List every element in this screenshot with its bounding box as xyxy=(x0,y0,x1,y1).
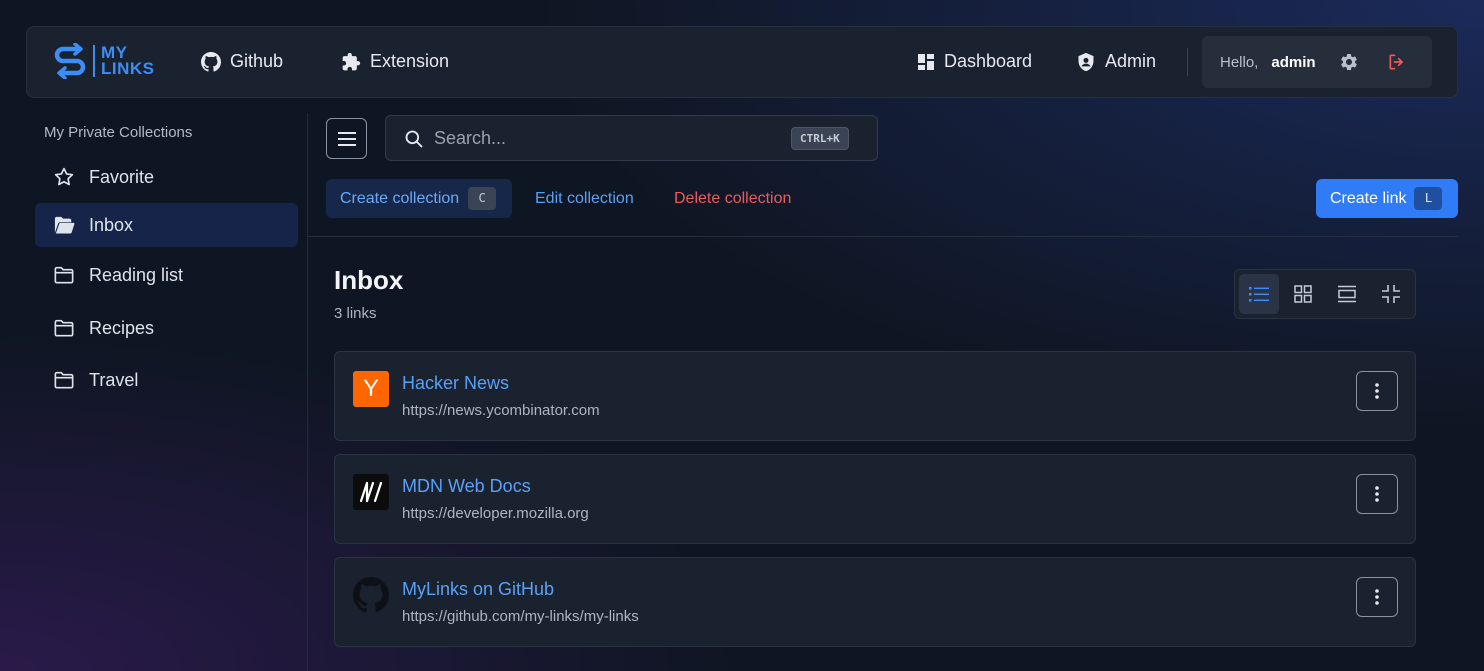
create-link-label: Create link xyxy=(1330,189,1407,207)
expand-view-icon xyxy=(1338,285,1356,303)
sidebar-item-label: Recipes xyxy=(89,317,155,338)
link-card[interactable]: MDN Web Docs https://developer.mozilla.o… xyxy=(334,454,1416,544)
user-menu: Hello, admin xyxy=(1202,36,1432,88)
github-favicon xyxy=(353,577,389,613)
link-title[interactable]: MDN Web Docs xyxy=(402,476,531,497)
navbar-divider xyxy=(1187,48,1188,76)
create-collection-shortcut: C xyxy=(468,187,497,210)
sidebar: My Private Collections Favorite Inbox Re… xyxy=(0,113,308,671)
sidebar-item-inbox[interactable]: Inbox xyxy=(35,203,298,247)
star-icon xyxy=(54,167,74,186)
kebab-menu-icon xyxy=(1375,486,1379,502)
settings-gear-icon[interactable] xyxy=(1339,52,1359,77)
search-bar[interactable]: CTRL+K xyxy=(385,115,878,161)
link-card[interactable]: MyLinks on GitHub https://github.com/my-… xyxy=(334,557,1416,647)
link-count: 3 links xyxy=(334,305,377,322)
shield-user-icon xyxy=(1078,52,1094,71)
mdn-favicon xyxy=(353,474,389,510)
link-options-button[interactable] xyxy=(1356,577,1398,617)
sidebar-item-travel[interactable]: Travel xyxy=(35,358,298,402)
logo-icon xyxy=(54,43,86,79)
toolbar-divider xyxy=(308,236,1458,237)
app-logo[interactable]: MY LINKS xyxy=(53,43,155,79)
create-collection-label: Create collection xyxy=(340,189,460,207)
link-title[interactable]: Hacker News xyxy=(402,373,509,394)
search-icon xyxy=(405,130,423,148)
link-url: https://developer.mozilla.org xyxy=(402,505,589,522)
search-shortcut-badge: CTRL+K xyxy=(791,127,849,150)
sidebar-item-label: Reading list xyxy=(89,264,184,285)
create-link-button[interactable]: Create link L xyxy=(1316,179,1458,218)
edit-collection-button[interactable]: Edit collection xyxy=(535,179,634,218)
dashboard-link-label: Dashboard xyxy=(944,51,1033,71)
delete-collection-label: Delete collection xyxy=(674,189,792,207)
collapse-icon xyxy=(1382,285,1400,303)
sidebar-title: My Private Collections xyxy=(44,124,193,141)
delete-collection-button[interactable]: Delete collection xyxy=(674,179,791,218)
favicon-letter: Y xyxy=(362,375,379,402)
link-url: https://github.com/my-links/my-links xyxy=(402,608,639,625)
hacker-news-favicon: Y xyxy=(353,371,389,407)
edit-collection-label: Edit collection xyxy=(535,189,634,207)
kebab-menu-icon xyxy=(1375,589,1379,605)
github-icon xyxy=(201,51,221,72)
hamburger-menu-icon xyxy=(337,131,356,146)
link-options-button[interactable] xyxy=(1356,474,1398,514)
puzzle-icon xyxy=(342,52,361,70)
folder-icon xyxy=(54,371,74,389)
link-title[interactable]: MyLinks on GitHub xyxy=(402,579,554,600)
extension-link[interactable]: Extension xyxy=(341,51,449,72)
grid-view-icon xyxy=(1294,285,1312,303)
link-card[interactable]: Y Hacker News https://news.ycombinator.c… xyxy=(334,351,1416,441)
username: admin xyxy=(1271,53,1316,71)
folder-icon xyxy=(54,266,74,284)
extension-link-label: Extension xyxy=(370,51,450,71)
sidebar-item-label: Inbox xyxy=(89,214,134,235)
dashboard-icon xyxy=(918,53,934,70)
list-view-button[interactable] xyxy=(1239,274,1279,314)
sidebar-item-label: Travel xyxy=(89,369,139,390)
logo-text-line2: LINKS xyxy=(101,59,155,78)
github-link[interactable]: Github xyxy=(201,51,283,72)
create-link-shortcut: L xyxy=(1414,187,1443,210)
admin-link[interactable]: Admin xyxy=(1076,51,1156,72)
create-collection-button[interactable]: Create collection C xyxy=(326,179,512,218)
logout-icon[interactable] xyxy=(1386,52,1408,77)
sidebar-item-reading-list[interactable]: Reading list xyxy=(35,253,298,297)
dashboard-link[interactable]: Dashboard xyxy=(917,51,1032,72)
github-link-label: Github xyxy=(230,51,284,71)
sidebar-item-recipes[interactable]: Recipes xyxy=(35,306,298,350)
sidebar-toggle-button[interactable] xyxy=(326,118,367,159)
kebab-menu-icon xyxy=(1375,383,1379,399)
search-input[interactable] xyxy=(434,124,774,152)
folder-open-icon xyxy=(54,216,75,234)
link-url: https://news.ycombinator.com xyxy=(402,402,600,419)
logo-text: MY LINKS xyxy=(93,44,155,78)
sidebar-item-label: Favorite xyxy=(89,166,155,187)
grid-view-button[interactable] xyxy=(1283,274,1323,314)
link-options-button[interactable] xyxy=(1356,371,1398,411)
sidebar-item-favorite[interactable]: Favorite xyxy=(35,155,298,199)
greeting-text: Hello, xyxy=(1220,53,1259,71)
view-mode-switch xyxy=(1234,269,1416,319)
collapse-view-button[interactable] xyxy=(1371,274,1411,314)
collection-title: Inbox xyxy=(334,265,404,295)
folder-icon xyxy=(54,319,74,337)
admin-link-label: Admin xyxy=(1105,51,1157,71)
list-view-icon xyxy=(1249,287,1269,302)
top-navbar: MY LINKS Github Extension Dashboard Admi… xyxy=(26,26,1458,98)
expand-view-button[interactable] xyxy=(1327,274,1367,314)
